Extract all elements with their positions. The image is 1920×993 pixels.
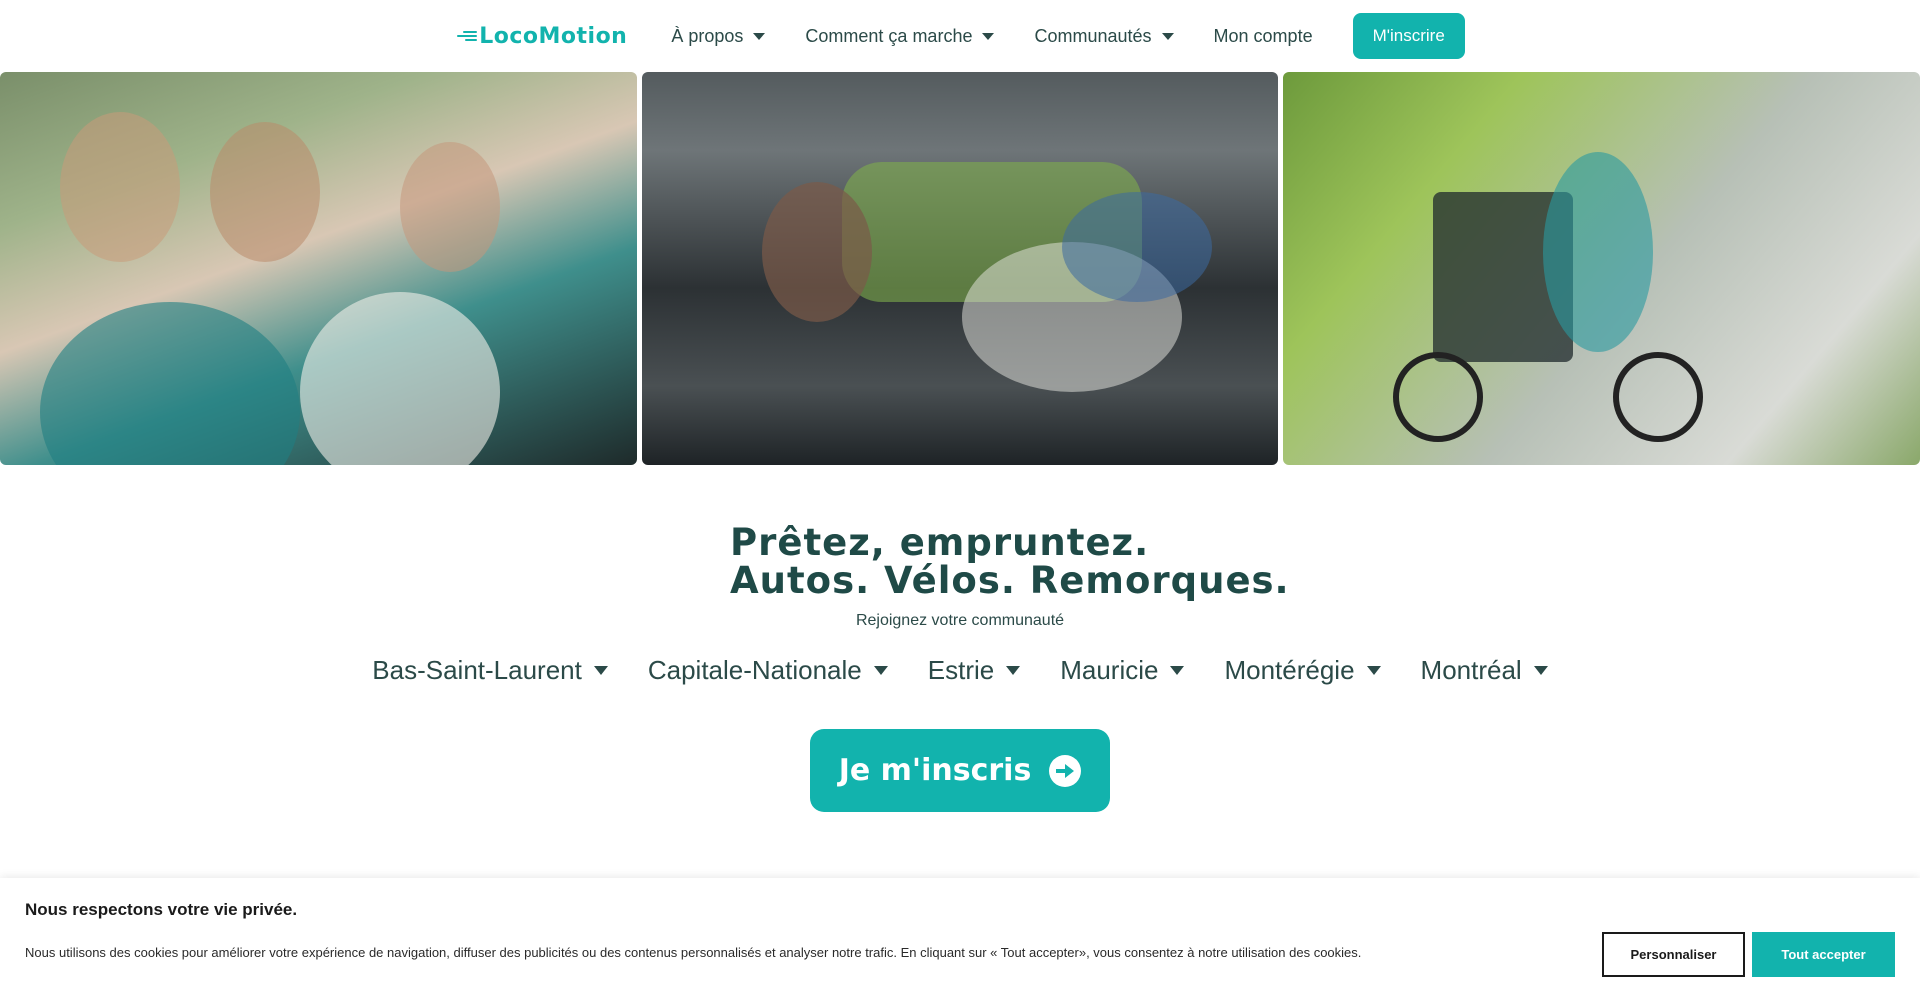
- arrow-circle-right-icon: [1049, 754, 1082, 787]
- hero-photo-strip: [0, 72, 1920, 465]
- nav-inner: LocoMotion À propos Comment ça marche Co…: [455, 13, 1465, 59]
- caret-down-icon: [1006, 666, 1021, 675]
- nav-item-a-propos[interactable]: À propos: [671, 25, 766, 47]
- cookie-accept-all-button[interactable]: Tout accepter: [1752, 932, 1895, 977]
- region-dropdown-mauricie[interactable]: Mauricie: [1060, 655, 1185, 686]
- photo-community-group: [0, 72, 637, 465]
- logo-text: LocoMotion: [479, 23, 628, 49]
- signup-nav-button[interactable]: M'inscrire: [1352, 13, 1465, 59]
- nav-item-mon-compte[interactable]: Mon compte: [1214, 26, 1313, 47]
- nav-item-label: À propos: [671, 25, 744, 46]
- cookie-title: Nous respectons votre vie privée.: [25, 900, 298, 919]
- photo-car-interior: [642, 72, 1278, 465]
- nav-item-comment-ca-marche[interactable]: Comment ça marche: [805, 25, 995, 47]
- region-label: Bas-Saint-Laurent: [372, 655, 582, 685]
- region-dropdown-capitale-nationale[interactable]: Capitale-Nationale: [648, 655, 888, 686]
- cookie-customize-button[interactable]: Personnaliser: [1602, 932, 1745, 977]
- region-label: Montréal: [1420, 655, 1522, 685]
- cookie-text: Nous utilisons des cookies pour améliore…: [25, 945, 1362, 960]
- hero-headline: Prêtez, empruntez. Autos. Vélos. Remorqu…: [730, 524, 1290, 600]
- caret-down-icon: [982, 32, 995, 40]
- hero-headline-line2: Autos. Vélos. Remorques.: [730, 559, 1290, 602]
- caret-down-icon: [1533, 666, 1548, 675]
- region-selector-list: Bas-Saint-Laurent Capitale-Nationale Est…: [0, 655, 1920, 686]
- hero-headline-line1: Prêtez, empruntez.: [730, 521, 1150, 564]
- caret-down-icon: [753, 32, 766, 40]
- nav-item-label: Comment ça marche: [805, 25, 973, 46]
- nav-item-label: Mon compte: [1213, 25, 1313, 46]
- region-label: Mauricie: [1060, 655, 1159, 685]
- caret-down-icon: [1170, 666, 1185, 675]
- caret-down-icon: [1366, 666, 1381, 675]
- caret-down-icon: [593, 666, 608, 675]
- logo-speed-lines-icon: [455, 30, 478, 42]
- nav-item-communautes[interactable]: Communautés: [1034, 25, 1174, 47]
- logo[interactable]: LocoMotion: [455, 24, 627, 49]
- signup-hero-button-label: Je m'inscris: [838, 753, 1032, 788]
- cookie-consent-banner: Nous respectons votre vie privée. Nous u…: [0, 878, 1920, 993]
- hero-subline: Rejoignez votre communauté: [855, 612, 1065, 629]
- region-dropdown-bas-saint-laurent[interactable]: Bas-Saint-Laurent: [372, 655, 608, 686]
- region-dropdown-estrie[interactable]: Estrie: [927, 655, 1021, 686]
- region-dropdown-montreal[interactable]: Montréal: [1421, 655, 1548, 686]
- region-dropdown-monteregie[interactable]: Montérégie: [1224, 655, 1381, 686]
- region-label: Estrie: [927, 655, 995, 685]
- signup-hero-button[interactable]: Je m'inscris: [810, 729, 1110, 812]
- top-navigation: LocoMotion À propos Comment ça marche Co…: [0, 0, 1920, 72]
- nav-item-label: Communautés: [1034, 25, 1152, 46]
- region-label: Capitale-Nationale: [647, 655, 862, 685]
- region-label: Montérégie: [1224, 655, 1355, 685]
- caret-down-icon: [1161, 32, 1174, 40]
- photo-cargo-bike: [1283, 72, 1920, 465]
- caret-down-icon: [873, 666, 888, 675]
